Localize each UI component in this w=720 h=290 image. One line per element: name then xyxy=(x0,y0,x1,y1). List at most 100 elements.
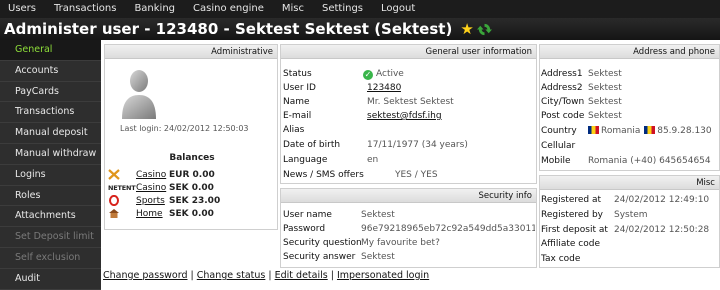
row-key: News / SMS offers xyxy=(283,170,364,180)
sidebar: General Accounts PayCards Transactions M… xyxy=(0,40,101,290)
panel-header: Misc xyxy=(540,176,719,190)
sidebar-item-self-exclusion: Self exclusion xyxy=(0,247,101,269)
nav-transactions[interactable]: Transactions xyxy=(45,0,125,18)
row-value: YES / YES xyxy=(395,170,438,180)
sidebar-item-audit[interactable]: Audit xyxy=(0,268,101,290)
address-row: City/Town Sektest xyxy=(541,97,622,107)
row-key: Security question xyxy=(283,238,362,248)
row-key: Alias xyxy=(283,125,305,135)
balance-row: NETENT Casino SEK 0.00 xyxy=(108,181,214,194)
sidebar-item-accounts[interactable]: Accounts xyxy=(0,60,101,82)
panel-header: General user information xyxy=(281,45,536,59)
nav-misc[interactable]: Misc xyxy=(273,0,313,18)
balance-link-casino[interactable]: Casino xyxy=(136,183,166,193)
nav-settings[interactable]: Settings xyxy=(313,0,372,18)
sidebar-item-general[interactable]: General xyxy=(0,40,101,61)
row-value: Sektest xyxy=(361,210,395,220)
panel-header: Address and phone xyxy=(540,45,719,59)
row-key: Tax code xyxy=(541,254,581,264)
row-key: Post code xyxy=(541,111,585,121)
info-row-news-sms: News / SMS offers YES / YES xyxy=(283,170,438,180)
user-id-link[interactable]: 123480 xyxy=(367,83,401,93)
row-value: My favourite bet? xyxy=(361,238,440,248)
row-key: Security answer xyxy=(283,252,356,262)
balances-title: Balances xyxy=(169,153,215,163)
security-row: Password 96e79218965eb72c92a549dd5a33011… xyxy=(283,224,535,234)
sidebar-item-set-deposit-limit: Set Deposit limit xyxy=(0,227,101,248)
balance-value: EUR 0.00 xyxy=(169,169,215,180)
balance-value: SEK 0.00 xyxy=(169,182,214,193)
misc-panel: Misc Registered at 24/02/2012 12:49:10 R… xyxy=(539,175,720,268)
title-icons: ★ xyxy=(460,21,492,37)
row-key: Address2 xyxy=(541,83,583,93)
row-key: Language xyxy=(283,155,328,165)
sidebar-item-roles[interactable]: Roles xyxy=(0,185,101,207)
row-key: Registered by xyxy=(541,210,604,220)
misc-row: Affiliate code xyxy=(541,239,614,249)
row-key: Date of birth xyxy=(283,140,341,150)
row-value: 24/02/2012 12:50:28 xyxy=(614,225,710,235)
address-row-country: Country Romania 85.9.28.130 xyxy=(541,126,712,136)
ip-address: 85.9.28.130 xyxy=(657,126,712,136)
panel-header: Administrative xyxy=(105,45,277,59)
sidebar-item-manual-withdraw[interactable]: Manual withdraw xyxy=(0,143,101,165)
balance-row: Home SEK 0.00 xyxy=(108,207,214,220)
address-row: Post code Sektest xyxy=(541,111,622,121)
row-key: Cellular xyxy=(541,141,576,151)
row-key: City/Town xyxy=(541,97,585,107)
row-value: Sektest xyxy=(588,69,622,79)
address-row: Address1 Sektest xyxy=(541,69,622,79)
last-login: Last login: 24/02/2012 12:50:03 xyxy=(120,124,249,133)
top-nav: Users Transactions Banking Casino engine… xyxy=(0,0,720,18)
row-value: Romania (+40) 645654654 xyxy=(588,156,711,166)
row-key: Mobile xyxy=(541,156,571,166)
status-text: Active xyxy=(376,69,404,79)
impersonated-login-link[interactable]: Impersonated login xyxy=(337,270,429,281)
nav-users[interactable]: Users xyxy=(0,0,45,18)
balance-value: SEK 0.00 xyxy=(169,208,214,219)
refresh-icon[interactable] xyxy=(476,22,492,37)
nav-banking[interactable]: Banking xyxy=(125,0,184,18)
casino-logo-icon xyxy=(108,169,136,180)
general-info-panel: General user information Status ✓ Active … xyxy=(280,44,537,184)
home-logo-icon xyxy=(108,208,136,219)
row-value: 24/02/2012 12:49:10 xyxy=(614,195,710,205)
row-key: Country xyxy=(541,126,577,136)
balance-link-sports[interactable]: Sports xyxy=(136,196,166,206)
misc-row: Registered at 24/02/2012 12:49:10 xyxy=(541,195,709,205)
email-link[interactable]: sektest@fdsf.ihg xyxy=(367,111,442,121)
change-password-link[interactable]: Change password xyxy=(103,270,188,281)
security-row: Security question My favourite bet? xyxy=(283,238,440,248)
info-row-alias: Alias xyxy=(283,125,367,135)
netent-logo-icon: NETENT xyxy=(108,183,136,192)
page-title: Administer user - 123480 - Sektest Sekte… xyxy=(4,20,453,38)
balance-link-home[interactable]: Home xyxy=(136,209,166,219)
balance-link-casino[interactable]: Casino xyxy=(136,170,166,180)
change-status-link[interactable]: Change status xyxy=(197,270,266,281)
row-key: User name xyxy=(283,210,332,220)
action-links: Change password | Change status | Edit d… xyxy=(103,270,429,281)
row-key: Address1 xyxy=(541,69,583,79)
row-key: Registered at xyxy=(541,195,602,205)
user-avatar-icon xyxy=(122,70,156,119)
edit-details-link[interactable]: Edit details xyxy=(275,270,328,281)
row-key: Status xyxy=(283,69,312,79)
row-value: en xyxy=(367,155,379,165)
sidebar-item-paycards[interactable]: PayCards xyxy=(0,81,101,103)
password-hash: 96e79218965eb72c92a549dd5a330112 xyxy=(361,224,535,234)
sidebar-item-attachments[interactable]: Attachments xyxy=(0,206,101,228)
balance-value: SEK 23.00 xyxy=(169,195,221,206)
nav-casino-engine[interactable]: Casino engine xyxy=(184,0,273,18)
row-key: E-mail xyxy=(283,111,312,121)
security-info-panel: Security info User name Sektest Password… xyxy=(280,188,537,268)
address-phone-panel: Address and phone Address1 Sektest Addre… xyxy=(539,44,720,171)
balance-row: Sports SEK 23.00 xyxy=(108,194,220,207)
sidebar-item-manual-deposit[interactable]: Manual deposit xyxy=(0,123,101,144)
nav-logout[interactable]: Logout xyxy=(372,0,424,18)
status-value: ✓ Active xyxy=(363,69,404,80)
star-icon[interactable]: ★ xyxy=(460,21,473,37)
misc-row: Tax code xyxy=(541,254,614,264)
row-value: Sektest xyxy=(588,83,622,93)
sidebar-item-transactions[interactable]: Transactions xyxy=(0,102,101,124)
sidebar-item-logins[interactable]: Logins xyxy=(0,164,101,186)
